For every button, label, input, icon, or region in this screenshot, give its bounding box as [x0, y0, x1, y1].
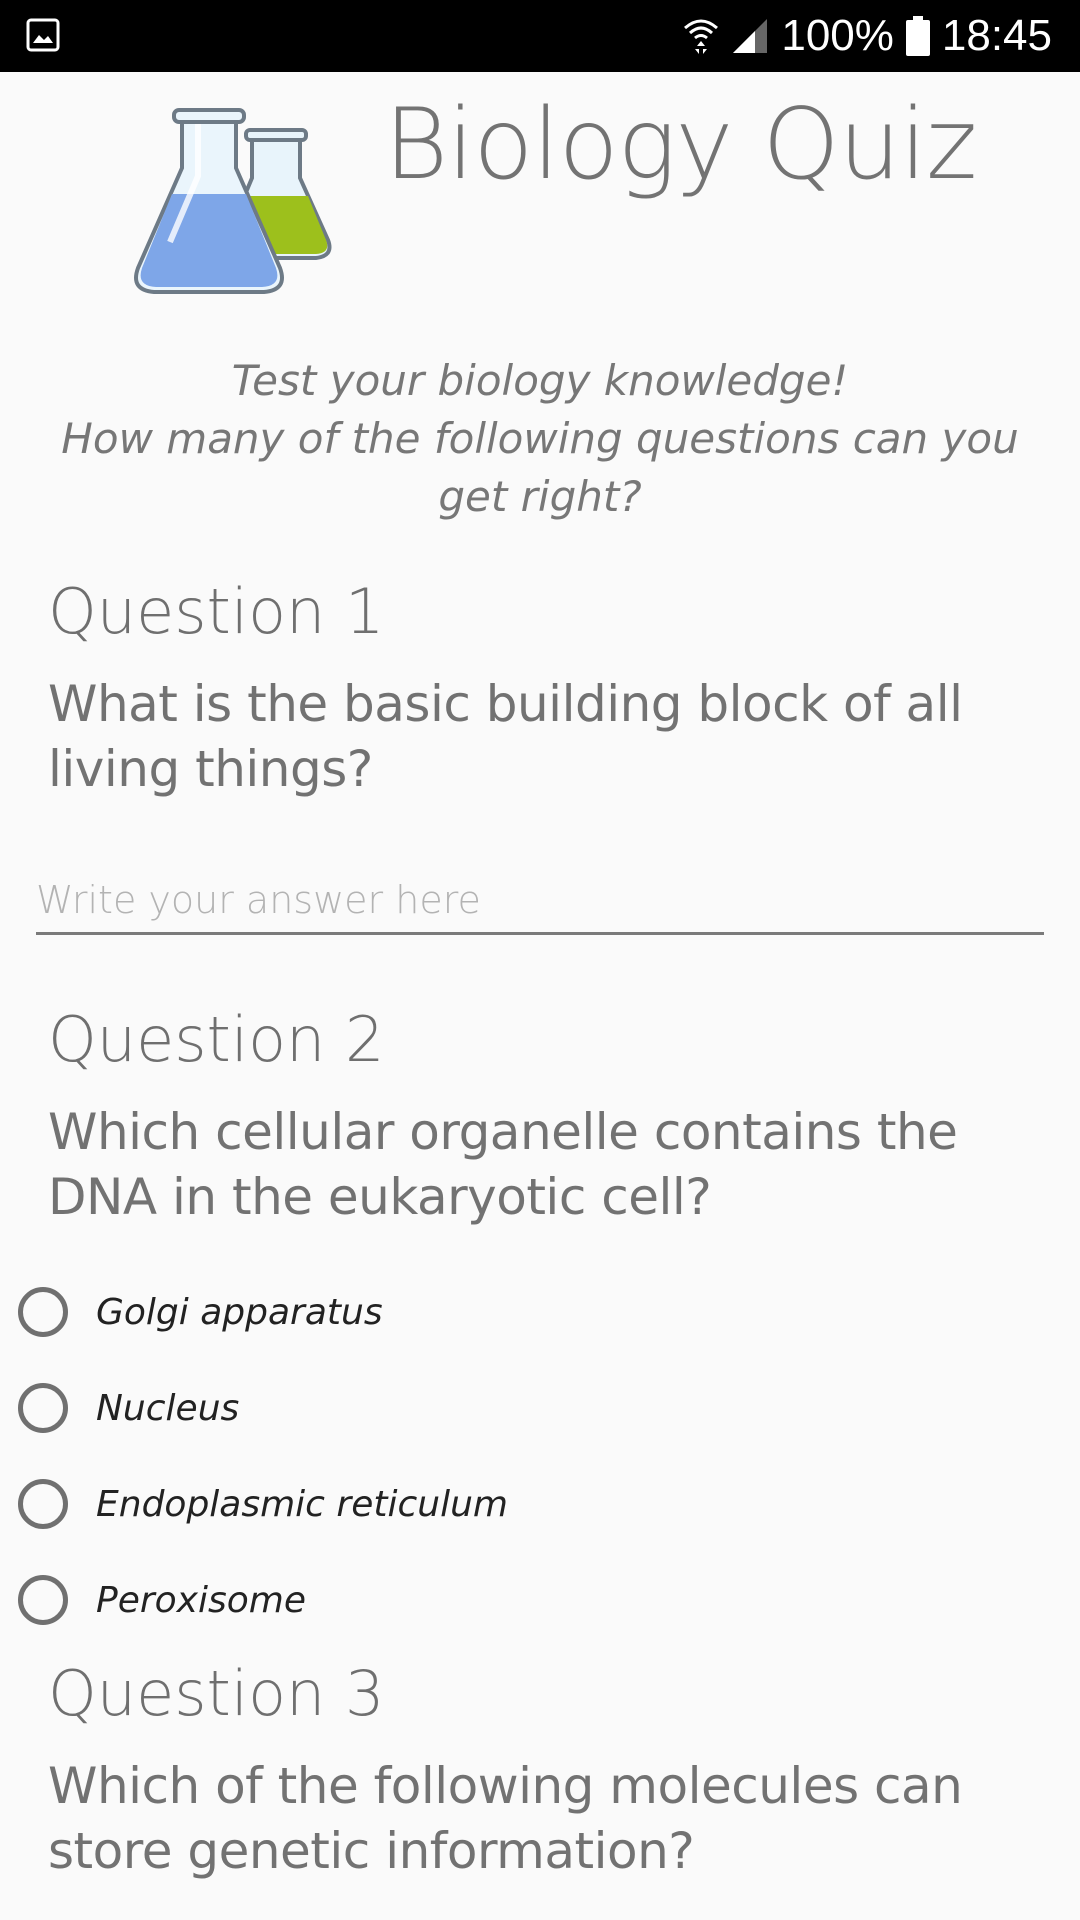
intro-text: Test your biology knowledge! How many of…: [40, 352, 1040, 526]
page-title: Biology Quiz: [384, 88, 977, 202]
radio-button[interactable]: [18, 1575, 68, 1625]
question-2-options: Golgi apparatus Nucleus Endoplasmic reti…: [18, 1264, 508, 1648]
app-header: Biology Quiz: [0, 72, 1080, 312]
radio-button[interactable]: [18, 1287, 68, 1337]
radio-button[interactable]: [18, 1383, 68, 1433]
gallery-icon: [26, 18, 60, 52]
option-nucleus[interactable]: Nucleus: [18, 1360, 508, 1456]
flask-icon: [134, 108, 332, 294]
option-golgi-apparatus[interactable]: Golgi apparatus: [18, 1264, 508, 1360]
intro-line-1: Test your biology knowledge!: [231, 356, 849, 405]
question-1-text: What is the basic building block of all …: [48, 675, 963, 798]
battery-icon: [905, 16, 930, 56]
option-label: Golgi apparatus: [96, 1291, 383, 1333]
question-1-label: Question 1: [48, 575, 385, 648]
question-2-text: Which cellular organelle contains the DN…: [48, 1103, 958, 1226]
status-bar: 100% 18:45: [0, 0, 1080, 72]
radio-button[interactable]: [18, 1479, 68, 1529]
wifi-icon: [684, 19, 719, 54]
intro-line-2: How many of the following questions can …: [61, 414, 1019, 521]
option-endoplasmic-reticulum[interactable]: Endoplasmic reticulum: [18, 1456, 508, 1552]
option-label: Endoplasmic reticulum: [96, 1483, 508, 1525]
option-peroxisome[interactable]: Peroxisome: [18, 1552, 508, 1648]
question-2-label: Question 2: [48, 1003, 385, 1076]
question-3-label: Question 3: [48, 1657, 385, 1730]
clock: 18:45: [941, 11, 1052, 60]
battery-percent: 100%: [781, 11, 894, 60]
signal-icon: [733, 19, 768, 53]
option-label: Peroxisome: [96, 1579, 306, 1621]
question-3-text: Which of the following molecules can sto…: [48, 1757, 963, 1880]
option-label: Nucleus: [96, 1387, 240, 1429]
answer-input[interactable]: [36, 868, 1044, 935]
